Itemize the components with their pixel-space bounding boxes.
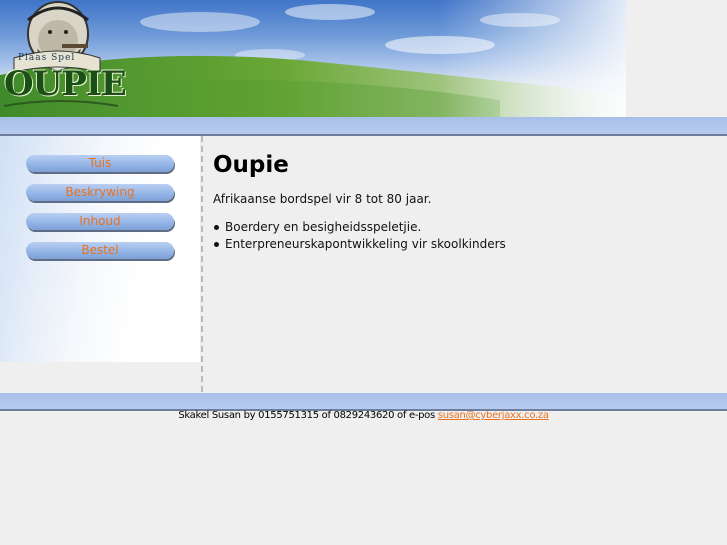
- list-item: Boerdery en besigheidsspeletjie.: [213, 219, 713, 236]
- footer: Skakel Susan by 0155751315 of 0829243620…: [0, 410, 727, 421]
- page-title: Oupie: [213, 152, 289, 178]
- nav-button-tuis[interactable]: Tuis: [26, 155, 174, 172]
- header: Plaas Spel OUPIE: [0, 0, 727, 117]
- feature-list: Boerdery en besigheidsspeletjie. Enterpr…: [213, 219, 713, 253]
- bottom-bar: [0, 393, 727, 411]
- intro-text: Afrikaanse bordspel vir 8 tot 80 jaar.: [213, 192, 432, 206]
- top-bar: [0, 117, 727, 136]
- column-divider: [201, 136, 203, 392]
- logo-text: OUPIE: [4, 64, 127, 104]
- main-content: Oupie Afrikaanse bordspel vir 8 tot 80 j…: [213, 150, 713, 253]
- nav-button-beskrywing[interactable]: Beskrywing: [26, 184, 174, 201]
- email-link[interactable]: susan@cyberjaxx.co.za: [438, 410, 549, 421]
- sidebar: Tuis Beskrywing Inhoud Bestel: [0, 136, 200, 362]
- nav-button-inhoud[interactable]: Inhoud: [26, 213, 174, 230]
- nav-button-bestel[interactable]: Bestel: [26, 242, 174, 259]
- header-banner: Plaas Spel OUPIE: [0, 0, 626, 117]
- list-item: Enterpreneurskapontwikkeling vir skoolki…: [213, 236, 713, 253]
- sidebar-footer-space: [0, 362, 200, 392]
- logo-subtitle: Plaas Spel: [18, 53, 76, 63]
- logo[interactable]: Plaas Spel OUPIE: [0, 0, 127, 117]
- footer-contact-text: Skakel Susan by 0155751315 of 0829243620…: [178, 410, 438, 421]
